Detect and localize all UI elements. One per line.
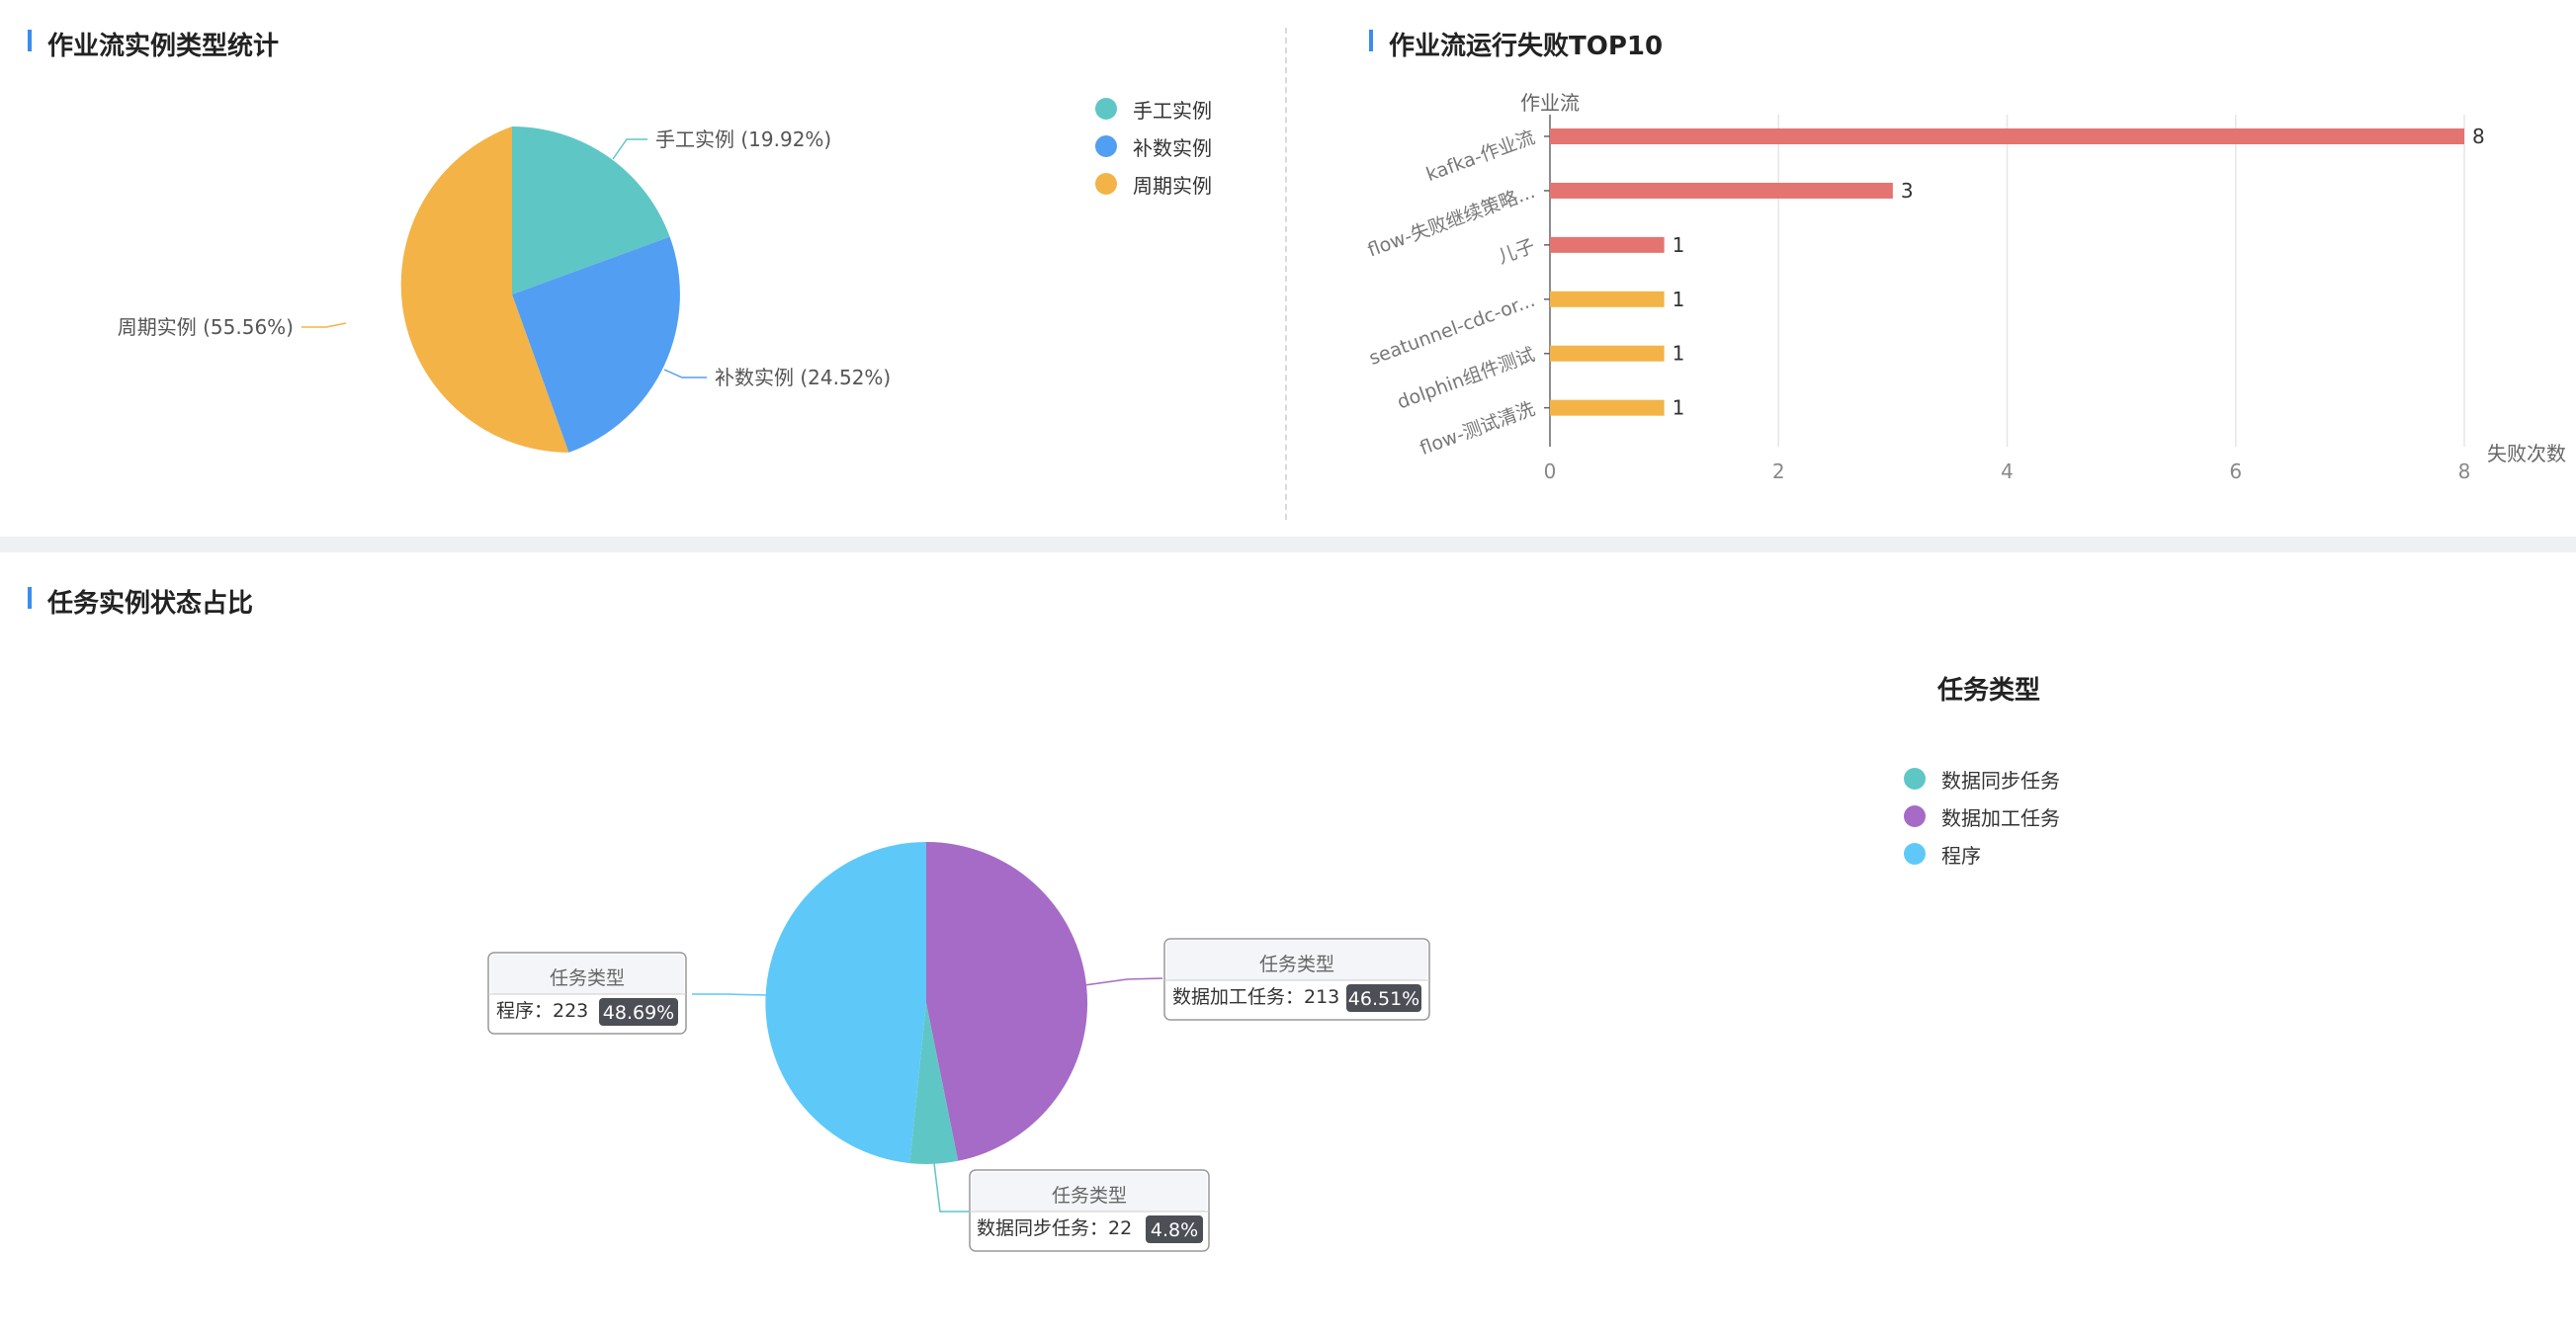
bar (1550, 236, 1665, 253)
tooltip-data-sync: 任务类型 数据同步任务：22 4.8% (969, 1169, 1210, 1252)
bar (1550, 291, 1665, 307)
bar-value-label: 3 (1901, 179, 1914, 203)
task-status-pie-chart: 任务类型 程序：223 48.69% 任务类型 数据加工任务：213 46.51… (487, 842, 1430, 1252)
percent-badge-text: 4.8% (1151, 1219, 1198, 1241)
x-tick-label: 0 (1544, 460, 1557, 483)
bar (1550, 399, 1665, 416)
legend-dot-icon (1095, 173, 1117, 195)
label-line-periodic (301, 322, 347, 328)
pie-label-periodic: 周期实例 (55.56%) (118, 315, 294, 339)
legend-dot-icon (1904, 805, 1926, 827)
bar-value-label: 8 (2472, 125, 2485, 148)
tooltip-text: 程序：223 (496, 1000, 588, 1022)
tooltip-text: 数据加工任务：213 (1172, 986, 1339, 1008)
label-line-data-sync (933, 1162, 969, 1213)
bar (1550, 128, 2464, 144)
y-category-label: 儿子 (1495, 235, 1537, 269)
legend-dot-icon (1095, 135, 1117, 157)
instance-type-pie-chart: 手工实例 (19.92%) 补数实例 (24.52%) 周期实例 (55.56%… (118, 126, 891, 453)
x-tick-label: 2 (1772, 460, 1785, 483)
percent-badge-text: 48.69% (603, 1002, 674, 1024)
legend-item-data-processing[interactable]: 数据加工任务 (1904, 797, 2060, 835)
label-line-manual (612, 138, 647, 160)
tooltip-title: 任务类型 (550, 967, 625, 989)
pie-label-backfill: 补数实例 (24.52%) (715, 366, 891, 389)
bar-value-label: 1 (1673, 288, 1685, 311)
tooltip-text: 数据同步任务：22 (977, 1217, 1132, 1239)
legend-label: 程序 (1941, 843, 1981, 868)
section-separator (0, 537, 2576, 552)
tooltip-title: 任务类型 (1259, 954, 1334, 975)
tooltip-program: 任务类型 程序：223 48.69% (487, 952, 687, 1035)
legend-label: 手工实例 (1133, 98, 1212, 123)
y-category-label: kafka-作业流 (1423, 126, 1538, 186)
y-axis-label: 作业流 (1520, 91, 1580, 115)
legend-item-periodic[interactable]: 周期实例 (1095, 165, 1212, 203)
task-type-legend: 数据同步任务 数据加工任务 程序 (1904, 760, 2060, 873)
task-type-legend-title: 任务类型 (1937, 676, 2041, 706)
legend-label: 数据同步任务 (1941, 768, 2060, 793)
tooltip-data-processing: 任务类型 数据加工任务：213 46.51% (1163, 938, 1430, 1021)
bar-value-label: 1 (1673, 233, 1685, 257)
label-line-backfill (663, 369, 707, 378)
label-line-data-processing (1083, 977, 1163, 986)
pie-slice-program[interactable] (765, 842, 926, 1164)
bar (1550, 182, 1893, 199)
bar-value-label: 1 (1673, 396, 1685, 420)
legend-item-data-sync[interactable]: 数据同步任务 (1904, 760, 2060, 797)
x-tick-label: 4 (2001, 460, 2014, 483)
legend-item-program[interactable]: 程序 (1904, 835, 2060, 873)
percent-badge-text: 46.51% (1348, 988, 1419, 1010)
tooltip-title: 任务类型 (1052, 1185, 1127, 1207)
legend-item-manual[interactable]: 手工实例 (1095, 90, 1212, 127)
bar-value-label: 1 (1673, 342, 1685, 366)
bar (1550, 345, 1665, 362)
legend-item-backfill[interactable]: 补数实例 (1095, 127, 1212, 165)
legend-dot-icon (1904, 768, 1926, 790)
legend-dot-icon (1095, 98, 1117, 120)
failure-top10-bar-chart: 作业流 失败次数 02468 8kafka-作业流3flow-失败继续策略...… (1365, 91, 2566, 483)
legend-label: 数据加工任务 (1941, 805, 2060, 830)
legend-dot-icon (1904, 843, 1926, 865)
instance-type-legend: 手工实例 补数实例 周期实例 (1095, 90, 1212, 203)
bar-marks: 8kafka-作业流3flow-失败继续策略... 1儿子1seatunnel-c… (1365, 125, 2485, 460)
legend-label: 周期实例 (1133, 173, 1212, 198)
legend-label: 补数实例 (1133, 135, 1212, 160)
label-line-program (692, 993, 767, 996)
y-category-label: flow-测试清洗 (1417, 398, 1538, 460)
x-tick-label: 6 (2229, 460, 2242, 483)
x-axis-label: 失败次数 (2487, 442, 2566, 465)
x-tick-label: 8 (2458, 460, 2471, 483)
pie-slice-data-processing[interactable] (926, 842, 1088, 1161)
pie-label-manual: 手工实例 (19.92%) (655, 127, 831, 151)
